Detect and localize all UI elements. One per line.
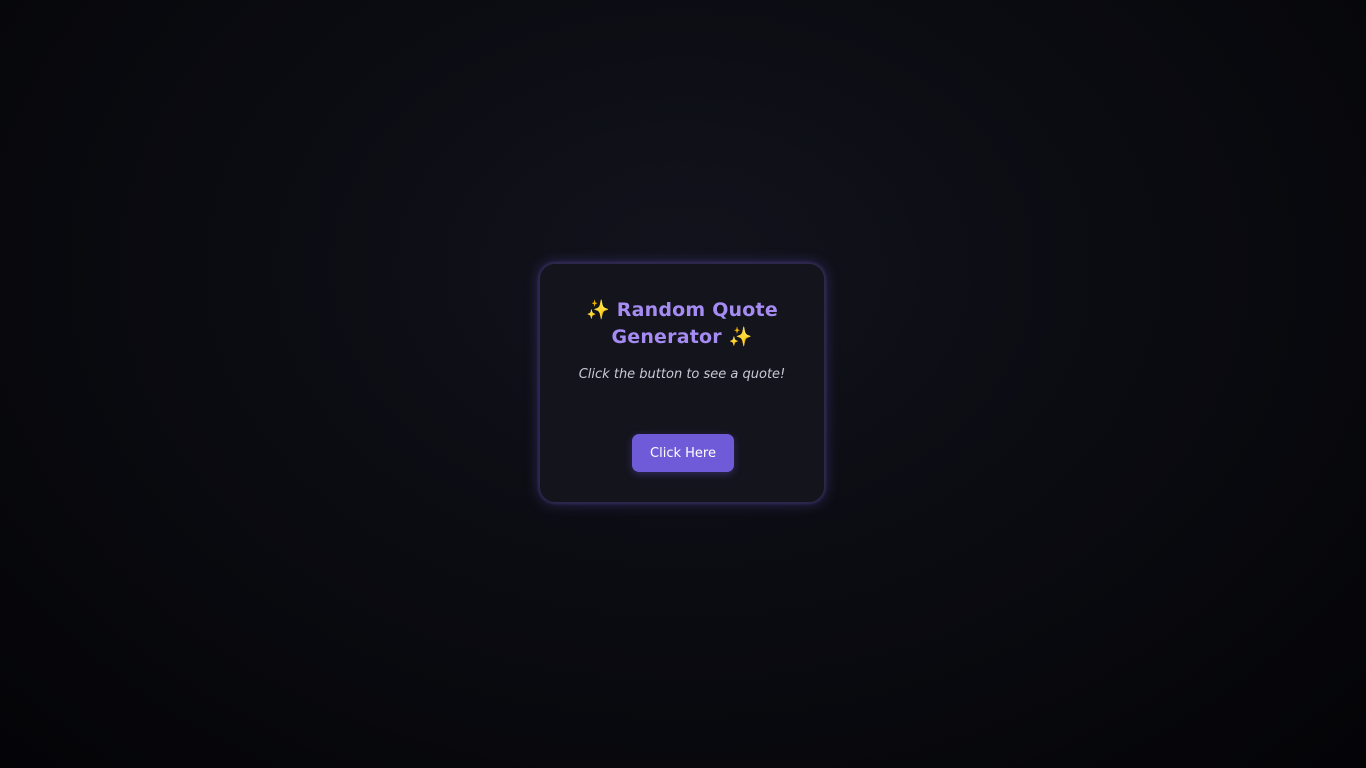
sparkle-icon: ✨ xyxy=(586,299,610,321)
new-quote-button[interactable]: Click Here xyxy=(632,434,734,472)
title-text: Random Quote Generator xyxy=(611,299,778,348)
page-title: ✨ Random Quote Generator ✨ xyxy=(560,297,804,351)
quote-text: Click the button to see a quote! xyxy=(578,367,786,382)
sparkle-icon: ✨ xyxy=(728,326,753,348)
quote-card: ✨ Random Quote Generator ✨ Click the but… xyxy=(539,263,825,503)
